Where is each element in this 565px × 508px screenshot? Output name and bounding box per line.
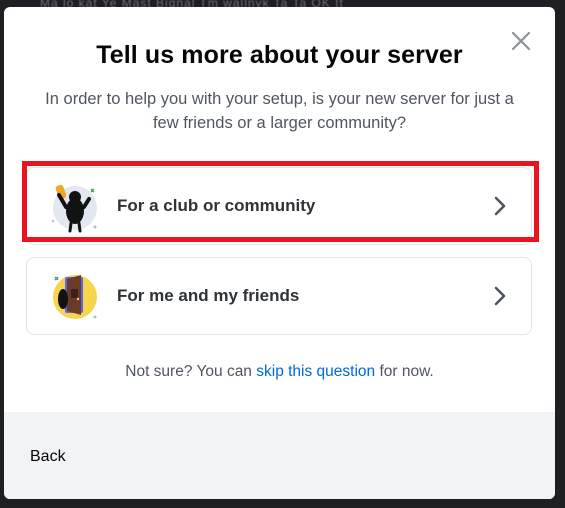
option-me-and-friends[interactable]: For me and my friends: [26, 257, 532, 335]
modal-subtitle: In order to help you with your setup, is…: [45, 90, 514, 132]
create-server-modal: Tell us more about your server In order …: [4, 7, 555, 499]
skip-question-link[interactable]: skip this question: [256, 363, 375, 380]
club-community-illustration-icon: [51, 181, 103, 233]
friends-door-illustration-icon: [51, 271, 103, 323]
option-club-community[interactable]: For a club or community: [26, 167, 532, 245]
modal-footer: Back: [4, 412, 555, 499]
back-button[interactable]: Back: [30, 448, 66, 466]
modal-title: Tell us more about your server: [96, 41, 463, 69]
skip-footnote: Not sure? You can skip this question for…: [4, 363, 555, 381]
chevron-right-icon: [494, 286, 506, 306]
chevron-right-icon: [494, 196, 506, 216]
option-label: For a club or community: [117, 196, 316, 215]
footnote-suffix: for now.: [375, 363, 434, 380]
footnote-prefix: Not sure? You can: [125, 363, 257, 380]
option-label: For me and my friends: [117, 286, 300, 305]
